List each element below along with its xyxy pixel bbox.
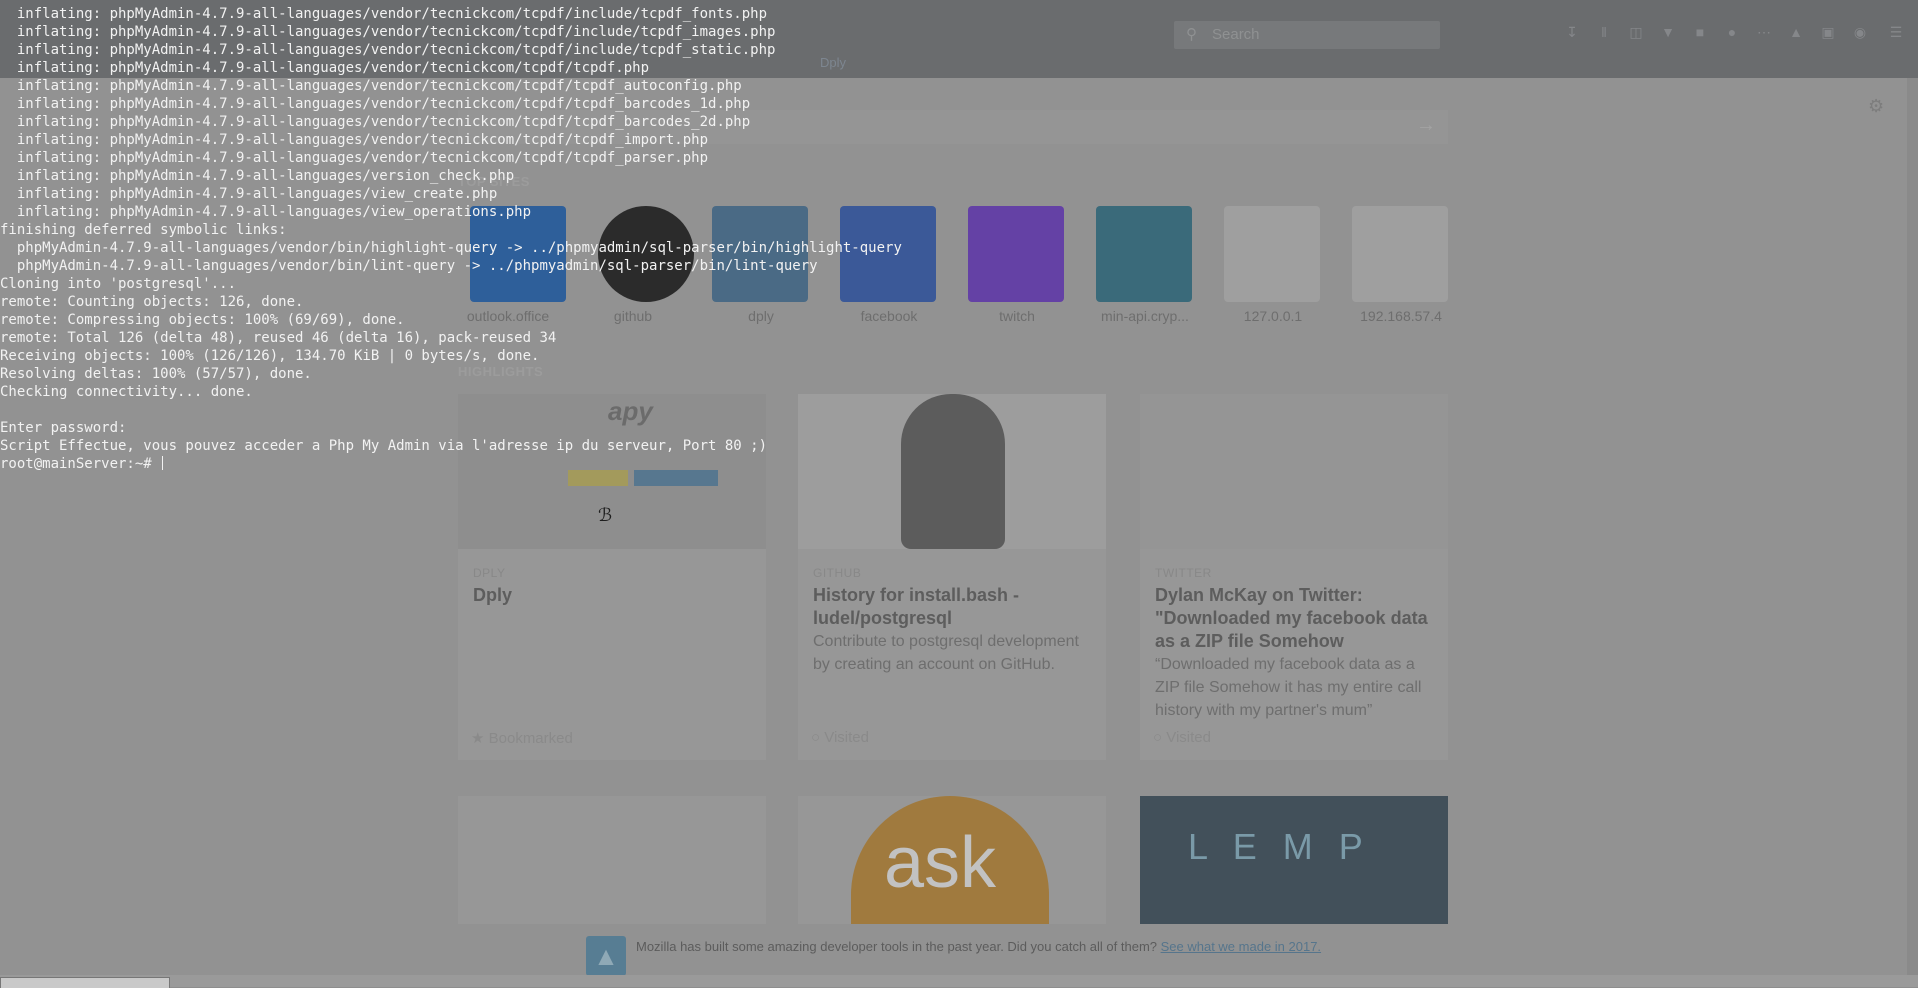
highlight-card[interactable] xyxy=(458,796,766,924)
ask-logo-text: ask xyxy=(884,823,997,903)
star-icon: ★ xyxy=(471,730,489,747)
lemp-logo-text: L E M P xyxy=(1188,826,1371,867)
terminal-line: Cloning into 'postgresql'... xyxy=(0,276,237,292)
highlight-title: Dylan McKay on Twitter: "Downloaded my f… xyxy=(1155,585,1428,651)
visited-icon: ○ xyxy=(811,729,825,746)
highlight-thumbnail xyxy=(1140,394,1448,549)
terminal-line: inflating: phpMyAdmin-4.7.9-all-language… xyxy=(0,24,776,40)
top-site-label[interactable]: min-api.cryp... xyxy=(1083,308,1207,324)
terminal-line: inflating: phpMyAdmin-4.7.9-all-language… xyxy=(0,42,776,58)
extension-icon[interactable]: ■ xyxy=(1691,23,1709,41)
search-placeholder: Search xyxy=(1212,26,1260,43)
highlight-card[interactable]: L E M P xyxy=(1140,796,1448,924)
terminal-line: inflating: phpMyAdmin-4.7.9-all-language… xyxy=(0,132,709,148)
taskbar xyxy=(0,975,1918,987)
terminal-prompt-line[interactable]: root@mainServer:~# xyxy=(0,455,164,473)
terminal-line: inflating: phpMyAdmin-4.7.9-all-language… xyxy=(0,168,515,184)
terminal-prompt: root@mainServer:~# xyxy=(0,456,161,472)
pocket-icon[interactable]: ▼ xyxy=(1659,23,1677,41)
highlight-context: ○ Visited xyxy=(1153,729,1211,746)
highlight-title: History for install.bash - ludel/postgre… xyxy=(813,585,1020,628)
terminal-line: remote: Compressing objects: 100% (69/69… xyxy=(0,312,405,328)
terminal-line: inflating: phpMyAdmin-4.7.9-all-language… xyxy=(0,6,768,22)
terminal-line: inflating: phpMyAdmin-4.7.9-all-language… xyxy=(0,60,650,76)
text-cursor xyxy=(162,456,164,470)
extension-icon[interactable]: ◉ xyxy=(1851,23,1869,41)
terminal-line: inflating: phpMyAdmin-4.7.9-all-language… xyxy=(0,114,751,130)
top-site-tile[interactable] xyxy=(1224,206,1320,302)
terminal-line: inflating: phpMyAdmin-4.7.9-all-language… xyxy=(0,186,498,202)
download-icon[interactable]: ↧ xyxy=(1563,23,1581,41)
terminal-line: remote: Total 126 (delta 48), reused 46 … xyxy=(0,330,557,346)
terminal-window[interactable]: inflating: phpMyAdmin-4.7.9-all-language… xyxy=(0,0,1000,480)
terminal-line: Script Effectue, vous pouvez acceder a P… xyxy=(0,438,768,454)
extension-icon[interactable]: ● xyxy=(1723,23,1741,41)
terminal-line: finishing deferred symbolic links: xyxy=(0,222,287,238)
terminal-line: inflating: phpMyAdmin-4.7.9-all-language… xyxy=(0,150,709,166)
menu-icon[interactable]: ☰ xyxy=(1887,23,1905,41)
terminal-line: remote: Counting objects: 126, done. xyxy=(0,294,304,310)
top-site-label[interactable]: 192.168.57.4 xyxy=(1339,308,1463,324)
terminal-line: inflating: phpMyAdmin-4.7.9-all-language… xyxy=(0,204,532,220)
terminal-line: phpMyAdmin-4.7.9-all-languages/vendor/bi… xyxy=(0,258,818,274)
top-site-tile[interactable] xyxy=(1096,206,1192,302)
library-icon[interactable]: ‖ xyxy=(1595,23,1613,41)
more-icon[interactable]: ⋯ xyxy=(1755,23,1773,41)
search-box[interactable]: ⚲ Search xyxy=(1174,21,1440,49)
top-site-tile[interactable] xyxy=(1352,206,1448,302)
terminal-line: Checking connectivity... done. xyxy=(0,384,253,400)
highlight-description: Contribute to postgresql development by … xyxy=(813,633,1079,673)
visited-icon: ○ xyxy=(1153,729,1167,746)
highlight-context: ★ Bookmarked xyxy=(471,730,573,747)
arrow-right-icon[interactable]: → xyxy=(1416,114,1436,137)
highlight-source: TWITTER xyxy=(1155,566,1212,580)
highlight-card[interactable]: ask xyxy=(798,796,1106,924)
extension-icon[interactable]: ▣ xyxy=(1819,23,1837,41)
extension-icon[interactable]: ▲ xyxy=(1787,23,1805,41)
gear-icon[interactable]: ⚙ xyxy=(1868,96,1884,117)
terminal-line: Resolving deltas: 100% (57/57), done. xyxy=(0,366,312,382)
snippet-link[interactable]: See what we made in 2017. xyxy=(1161,939,1321,954)
terminal-line: inflating: phpMyAdmin-4.7.9-all-language… xyxy=(0,78,742,94)
highlight-context: ○ Visited xyxy=(811,729,869,746)
search-icon: ⚲ xyxy=(1186,26,1197,43)
scrollbar[interactable] xyxy=(1907,78,1918,978)
terminal-line: inflating: phpMyAdmin-4.7.9-all-language… xyxy=(0,96,751,112)
top-site-label[interactable]: 127.0.0.1 xyxy=(1211,308,1335,324)
mozilla-dino-icon: ▲ xyxy=(586,936,626,976)
terminal-line: Enter password: xyxy=(0,420,127,436)
terminal-line: Receiving objects: 100% (126/126), 134.7… xyxy=(0,348,540,364)
sidebar-icon[interactable]: ◫ xyxy=(1627,23,1645,41)
highlight-source: GITHUB xyxy=(813,566,862,580)
mouse-ibeam-icon: ℬ xyxy=(598,505,613,526)
snippet-message: Mozilla has built some amazing developer… xyxy=(636,939,1322,954)
terminal-line: phpMyAdmin-4.7.9-all-languages/vendor/bi… xyxy=(0,240,902,256)
highlight-card[interactable]: TWITTER Dylan McKay on Twitter: "Downloa… xyxy=(1140,394,1448,760)
highlight-description: “Downloaded my facebook data as a ZIP fi… xyxy=(1155,656,1422,719)
taskbar-item[interactable] xyxy=(0,977,170,988)
highlight-title: Dply xyxy=(473,585,513,605)
highlight-source: DPLY xyxy=(473,566,506,580)
